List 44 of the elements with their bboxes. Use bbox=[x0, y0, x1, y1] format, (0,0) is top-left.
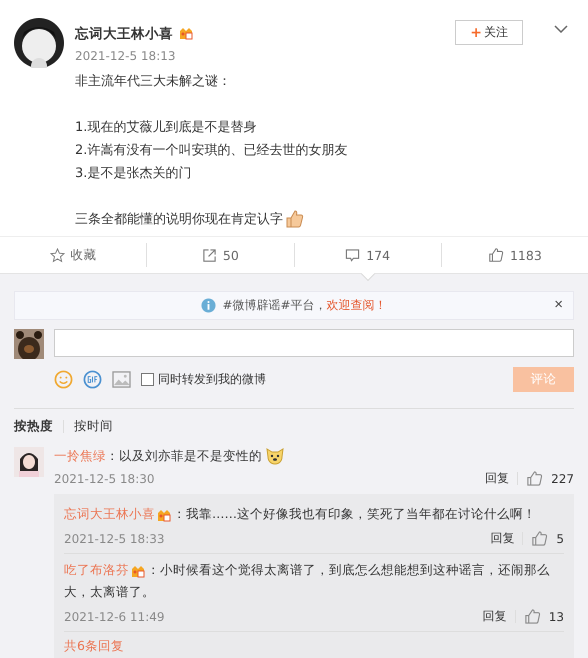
reply-button[interactable]: 回复 bbox=[482, 608, 507, 625]
reply-button[interactable]: 回复 bbox=[485, 470, 510, 487]
like-count: 13 bbox=[548, 610, 564, 624]
dog-face-icon bbox=[265, 446, 285, 466]
like-count: 5 bbox=[556, 532, 564, 546]
close-button[interactable]: × bbox=[554, 297, 563, 312]
thumbs-up-icon[interactable] bbox=[526, 470, 544, 487]
comment-icon bbox=[345, 248, 360, 262]
follow-button[interactable]: +关注 bbox=[455, 20, 523, 45]
thumbs-up-icon bbox=[284, 208, 304, 228]
smiley-icon[interactable] bbox=[54, 370, 73, 389]
action-button[interactable]: 收藏 bbox=[0, 243, 146, 267]
notice-link[interactable]: 欢迎查阅！ bbox=[326, 298, 387, 312]
reply-time: 2021-12-5 18:33 bbox=[64, 532, 164, 546]
comment-time: 2021-12-5 18:30 bbox=[54, 472, 154, 486]
image-icon[interactable] bbox=[112, 371, 131, 388]
post-text: 3.是不是张杰关的门 bbox=[75, 164, 192, 182]
star-icon bbox=[50, 248, 65, 262]
thumbs-up-icon bbox=[488, 247, 504, 263]
info-icon bbox=[201, 298, 216, 313]
post-text: 非主流年代三大未解之谜： bbox=[75, 72, 231, 90]
reply-text: 吃了布洛芬 ：小时候看这个觉得太离谱了，到底怎么想能想到这种谣言，还闹那么大，太离谱了。 bbox=[64, 561, 551, 601]
notice-text: #微博辟谣#平台，欢迎查阅！ bbox=[222, 297, 387, 314]
sort-tab[interactable]: 按热度 bbox=[14, 418, 53, 435]
comment-text: 一拎焦绿：以及刘亦菲是不是变性的 bbox=[54, 448, 262, 464]
chevron-down-icon[interactable] bbox=[554, 25, 568, 33]
like-count: 227 bbox=[551, 472, 574, 486]
post-time[interactable]: 2021-12-5 18:13 bbox=[75, 49, 444, 63]
post-text: 1.现在的艾薇儿到底是不是替身 bbox=[75, 118, 256, 136]
reply-text: 忘词大王林小喜 ：我靠……这个好像我也有印象，笑死了当年都在讨论什么啊！ bbox=[64, 505, 537, 525]
action-button[interactable]: 1183 bbox=[440, 243, 588, 267]
gif-icon[interactable] bbox=[83, 370, 102, 389]
sort-tab[interactable]: 按时间 bbox=[74, 418, 113, 435]
action-button[interactable]: 174 bbox=[294, 243, 441, 267]
post-text: 2.许嵩有没有一个叫安琪的、已经去世的女朋友 bbox=[75, 142, 348, 158]
post-text: 三条全都能懂的说明你现在肯定认字 bbox=[75, 210, 283, 228]
thumbs-up-icon[interactable] bbox=[524, 608, 541, 625]
comment-input[interactable] bbox=[54, 329, 574, 357]
reply-time: 2021-12-6 11:49 bbox=[64, 610, 164, 624]
share-icon bbox=[202, 248, 217, 262]
thumbs-up-icon[interactable] bbox=[531, 530, 548, 547]
author-name[interactable]: 忘词大王林小喜 bbox=[75, 25, 173, 43]
reply-button[interactable]: 回复 bbox=[490, 530, 514, 547]
action-button[interactable]: 50 bbox=[146, 243, 294, 267]
